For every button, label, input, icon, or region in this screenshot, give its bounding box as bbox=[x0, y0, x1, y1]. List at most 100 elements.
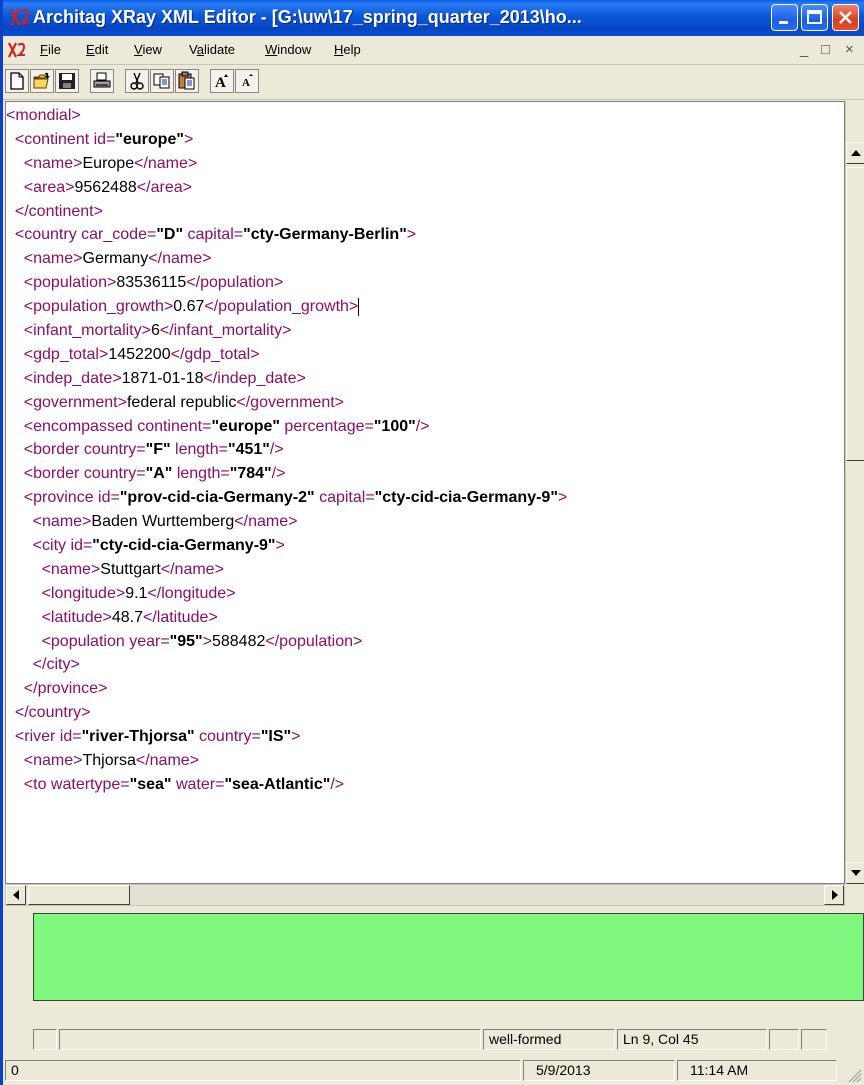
code-line[interactable]: <mondial> bbox=[6, 104, 567, 128]
xml-text: 1871-01-18 bbox=[121, 369, 204, 387]
resize-grip-icon[interactable] bbox=[848, 1069, 862, 1083]
xml-editor[interactable]: <mondial> <continent id="europe"> <name>… bbox=[5, 101, 845, 884]
code-line[interactable]: <encompassed continent="europe" percenta… bbox=[6, 415, 567, 439]
xml-text bbox=[6, 418, 24, 435]
code-line[interactable]: <province id="prov-cid-cia-Germany-2" ca… bbox=[6, 486, 567, 510]
scroll-left-button[interactable] bbox=[6, 885, 26, 905]
code-line[interactable]: <river id="river-Thjorsa" country="IS"> bbox=[6, 725, 567, 749]
mdi-restore-button[interactable]: □ bbox=[821, 41, 830, 58]
maximize-button[interactable] bbox=[801, 4, 828, 31]
xml-text bbox=[6, 561, 42, 578]
status-cell-2 bbox=[59, 1029, 481, 1050]
document-xray-icon[interactable] bbox=[7, 40, 27, 60]
scroll-right-button[interactable] bbox=[824, 885, 844, 905]
xml-code[interactable]: <mondial> <continent id="europe"> <name>… bbox=[6, 104, 567, 797]
code-line[interactable]: <population>83536115</population> bbox=[6, 271, 567, 295]
xml-attribute-value: "prov-cid-cia-Germany-2" bbox=[119, 489, 315, 507]
copy-icon[interactable] bbox=[150, 69, 174, 93]
xml-text bbox=[6, 394, 24, 411]
code-line[interactable]: <border country="A" length="784"/> bbox=[6, 462, 567, 486]
menu-help[interactable]: Help bbox=[334, 42, 361, 57]
menu-view[interactable]: View bbox=[134, 42, 162, 57]
xml-tag: > bbox=[183, 130, 194, 148]
paste-icon[interactable] bbox=[175, 69, 199, 93]
code-line[interactable]: <latitude>48.7</latitude> bbox=[6, 606, 567, 630]
cut-icon[interactable] bbox=[125, 69, 149, 93]
xml-attribute-name: id= bbox=[93, 130, 116, 148]
new-document-icon[interactable] bbox=[5, 69, 29, 93]
xml-text bbox=[6, 346, 24, 363]
scroll-up-button[interactable] bbox=[846, 142, 864, 164]
horizontal-scrollbar[interactable] bbox=[5, 884, 845, 906]
code-line[interactable]: <area>9562488</area> bbox=[6, 176, 567, 200]
code-line[interactable]: <population_growth>0.67</population_grow… bbox=[6, 295, 567, 319]
code-line[interactable]: <gdp_total>1452200</gdp_total> bbox=[6, 343, 567, 367]
title-bar[interactable]: Architag XRay XML Editor - [G:\uw\17_spr… bbox=[3, 0, 864, 36]
xml-text bbox=[6, 131, 15, 148]
font-smaller-icon[interactable]: A bbox=[235, 69, 259, 93]
xml-attribute-value: "cty-Germany-Berlin" bbox=[243, 226, 407, 244]
menu-edit[interactable]: Edit bbox=[86, 42, 108, 57]
open-folder-icon[interactable] bbox=[30, 69, 54, 93]
xml-text bbox=[6, 179, 24, 196]
xml-tag: <to bbox=[23, 775, 51, 793]
code-line[interactable]: <city id="cty-cid-cia-Germany-9"> bbox=[6, 534, 567, 558]
code-line[interactable]: <infant_mortality>6</infant_mortality> bbox=[6, 319, 567, 343]
xml-text bbox=[6, 537, 33, 554]
code-line[interactable]: <population year="95">588482</population… bbox=[6, 630, 567, 654]
svg-text:A: A bbox=[215, 75, 226, 91]
code-line[interactable]: </country> bbox=[6, 701, 567, 725]
xml-text bbox=[6, 155, 24, 172]
xml-text: 9562488 bbox=[74, 178, 137, 196]
mdi-close-button[interactable]: × bbox=[845, 41, 854, 58]
xml-tag: > bbox=[291, 728, 301, 746]
xml-tag: <latitude> bbox=[41, 608, 112, 626]
code-line[interactable]: <name>Stuttgart</name> bbox=[6, 558, 567, 582]
xml-text bbox=[6, 465, 24, 482]
code-line[interactable]: <indep_date>1871-01-18</indep_date> bbox=[6, 367, 567, 391]
xml-tag: /> bbox=[271, 465, 286, 483]
xml-text bbox=[6, 704, 15, 721]
xray-logo-icon bbox=[9, 6, 31, 28]
mdi-minimize-button[interactable]: _ bbox=[800, 41, 808, 58]
menu-window[interactable]: Window bbox=[265, 42, 311, 57]
code-line[interactable]: </city> bbox=[6, 653, 567, 677]
xml-tag: <name> bbox=[32, 513, 92, 531]
code-line[interactable]: <name>Europe</name> bbox=[6, 152, 567, 176]
close-button[interactable] bbox=[832, 4, 859, 31]
code-line[interactable]: <longitude>9.1</longitude> bbox=[6, 582, 567, 606]
code-line[interactable]: <name>Thjorsa</name> bbox=[6, 749, 567, 773]
code-line[interactable]: <to watertype="sea" water="sea-Atlantic"… bbox=[6, 773, 567, 797]
code-line[interactable]: <name>Baden Wurttemberg</name> bbox=[6, 510, 567, 534]
xml-tag: /> bbox=[269, 441, 284, 459]
code-line[interactable]: <name>Germany</name> bbox=[6, 247, 567, 271]
xml-tag: <mondial> bbox=[6, 107, 81, 124]
horizontal-scroll-thumb[interactable] bbox=[28, 885, 130, 905]
code-line[interactable]: </province> bbox=[6, 677, 567, 701]
status-time: 11:14 AM bbox=[677, 1060, 837, 1081]
text-caret bbox=[358, 297, 360, 316]
code-line[interactable]: <border country="F" length="451"/> bbox=[6, 438, 567, 462]
xml-text bbox=[6, 322, 24, 339]
code-line[interactable]: <continent id="europe"> bbox=[6, 128, 567, 152]
scroll-down-button[interactable] bbox=[846, 862, 864, 884]
vertical-scrollbar[interactable] bbox=[845, 101, 864, 884]
xml-attribute-name: water= bbox=[171, 775, 225, 793]
xml-attribute-value: "F" bbox=[145, 441, 171, 459]
vertical-scroll-thumb[interactable] bbox=[846, 167, 864, 461]
code-line[interactable]: <government>federal republic</government… bbox=[6, 391, 567, 415]
menu-validate[interactable]: Validate bbox=[189, 42, 235, 57]
save-icon[interactable] bbox=[55, 69, 79, 93]
xml-text bbox=[6, 680, 24, 697]
minimize-button[interactable] bbox=[771, 4, 798, 31]
xml-tag: <province bbox=[23, 489, 99, 507]
print-icon[interactable] bbox=[90, 69, 114, 93]
xml-tag: <population bbox=[41, 632, 130, 650]
xml-text: 1452200 bbox=[108, 345, 171, 363]
code-line[interactable]: </continent> bbox=[6, 200, 567, 224]
menu-file[interactable]: File bbox=[40, 42, 61, 57]
font-larger-icon[interactable]: A bbox=[210, 69, 234, 93]
code-line[interactable]: <country car_code="D" capital="cty-Germa… bbox=[6, 223, 567, 247]
validation-status: well-formed bbox=[483, 1029, 615, 1050]
status-count: 0 bbox=[5, 1060, 521, 1081]
